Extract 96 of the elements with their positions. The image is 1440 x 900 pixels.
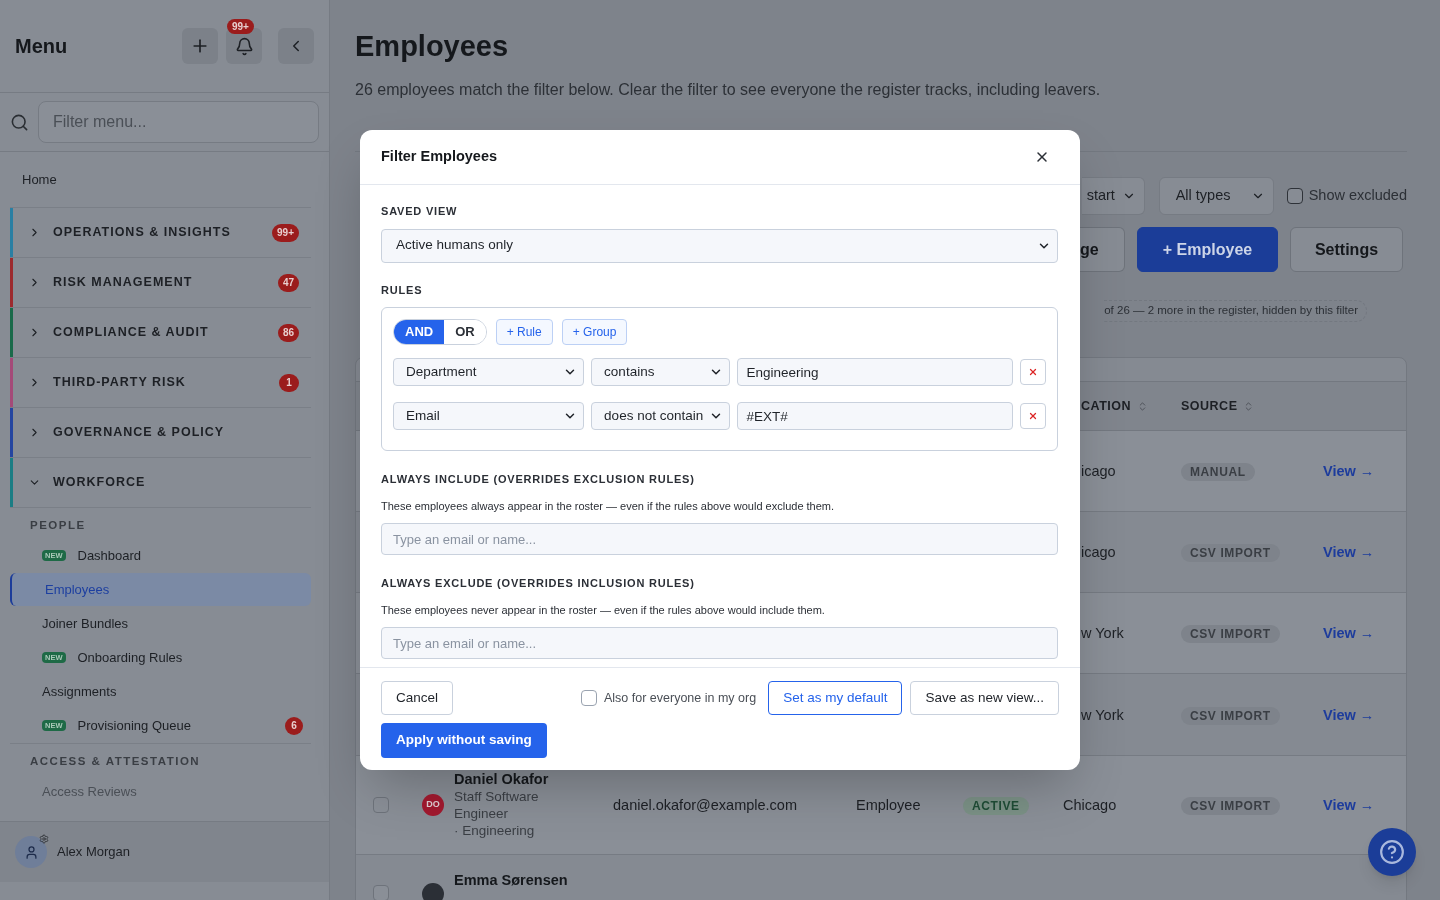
- help-icon: [1379, 839, 1405, 865]
- org-wide-label: Also for everyone in my org: [603, 689, 757, 707]
- nav-item[interactable]: Joiner Bundles: [10, 607, 311, 640]
- source-tag: CSV IMPORT: [1181, 625, 1280, 643]
- set-default-button[interactable]: Set as my default: [768, 681, 903, 715]
- avatar: DO: [422, 794, 444, 816]
- start-select[interactable]: start: [1081, 177, 1145, 215]
- dialog-title: Filter Employees: [381, 147, 498, 167]
- column-header[interactable]: CATION: [1081, 396, 1131, 416]
- field-select[interactable]: Email: [393, 402, 585, 430]
- exclude-field[interactable]: Type an email or name...: [381, 627, 1058, 659]
- nav-item[interactable]: Employees: [10, 573, 311, 606]
- page-subtitle: 26 employees match the filter below. Clear the filter to see everyone the register tracks, including leavers.: [355, 80, 1102, 100]
- include-field[interactable]: Type an email or name...: [381, 523, 1058, 555]
- count-badge: 99+: [272, 223, 299, 242]
- count-badge: 1: [279, 373, 299, 392]
- column-header[interactable]: SOURCE: [1181, 396, 1238, 416]
- notification-badge: 99+: [227, 19, 254, 34]
- add-group-button[interactable]: + Group: [561, 319, 628, 345]
- rule-value-field[interactable]: Engineering: [737, 358, 1014, 386]
- count-badge: 6: [285, 716, 303, 735]
- nav-section[interactable]: COMPLIANCE & AUDIT 86: [13, 308, 311, 357]
- nav-section[interactable]: GOVERNANCE & POLICY: [13, 408, 311, 457]
- job-title: Staff Software Engineer: [454, 788, 540, 822]
- type-select[interactable]: All types: [1158, 177, 1274, 215]
- add-button[interactable]: [182, 28, 218, 64]
- user-avatar[interactable]: [15, 836, 47, 868]
- section-label: RULES: [381, 282, 424, 298]
- nav-item[interactable]: Assignments: [10, 675, 311, 708]
- show-excluded-checkbox[interactable]: [1286, 188, 1303, 204]
- location-cell: w York: [1081, 625, 1124, 641]
- filter-menu-field[interactable]: Filter menu...: [38, 101, 319, 143]
- sort-icon: [1137, 400, 1148, 412]
- nav-section[interactable]: OPERATIONS & INSIGHTS 99+: [13, 208, 311, 257]
- bell-icon: [234, 36, 254, 56]
- page-title: Employees: [355, 29, 510, 64]
- nav-section[interactable]: RISK MANAGEMENT 47: [13, 258, 311, 307]
- row-checkbox[interactable]: [373, 885, 389, 900]
- view-link[interactable]: View →: [1323, 544, 1375, 560]
- section-label: ALWAYS EXCLUDE (OVERRIDES INCLUSION RULES): [381, 576, 696, 591]
- view-link[interactable]: View →: [1323, 797, 1375, 813]
- close-icon: [1028, 411, 1039, 421]
- logic-option[interactable]: AND: [394, 320, 445, 344]
- section-label: SAVED VIEW: [381, 204, 459, 219]
- location-cell: icago: [1081, 544, 1116, 560]
- email-cell: daniel.okafor@example.com: [613, 797, 797, 813]
- view-link[interactable]: View →: [1323, 706, 1375, 723]
- group-label: ACCESS & ATTESTATION: [30, 753, 201, 769]
- toolbar-button[interactable]: Settings: [1290, 227, 1403, 272]
- count-badge: 86: [277, 323, 299, 342]
- gear-icon: [39, 834, 49, 844]
- status-tag: ACTIVE: [963, 797, 1029, 815]
- employee-name[interactable]: Emma Sørensen: [454, 870, 568, 892]
- department: · Engineering: [454, 822, 536, 839]
- remove-rule-button[interactable]: [1020, 403, 1046, 429]
- apply-button[interactable]: Apply without saving: [381, 723, 547, 758]
- operator-select[interactable]: contains: [591, 358, 731, 386]
- menu-title: Menu: [15, 34, 68, 59]
- toolbar-button[interactable]: ge: [1080, 227, 1125, 272]
- add-employee-button[interactable]: + Employee: [1137, 227, 1278, 272]
- close-icon[interactable]: [1034, 149, 1050, 165]
- home-link[interactable]: Home: [22, 169, 57, 190]
- source-tag: CSV IMPORT: [1181, 797, 1280, 815]
- section-label: ALWAYS INCLUDE (OVERRIDES EXCLUSION RULES): [381, 472, 696, 487]
- close-icon: [1028, 367, 1039, 377]
- org-wide-checkbox[interactable]: [580, 690, 597, 706]
- search-icon: [10, 112, 29, 132]
- source-tag: MANUAL: [1181, 463, 1255, 481]
- user-name: Alex Morgan: [57, 843, 130, 862]
- source-tag: CSV IMPORT: [1181, 544, 1280, 562]
- type-cell: Employee: [856, 797, 921, 813]
- add-rule-button[interactable]: + Rule: [495, 319, 553, 345]
- rule-value-field[interactable]: #EXT#: [737, 402, 1014, 430]
- saved-view-select[interactable]: Active humans only: [381, 228, 1058, 263]
- view-link[interactable]: View →: [1323, 463, 1375, 479]
- location-cell: Chicago: [1063, 797, 1117, 813]
- source-tag: CSV IMPORT: [1181, 706, 1280, 725]
- user-icon: [23, 844, 39, 860]
- notifications-button[interactable]: [226, 28, 262, 64]
- employee-name[interactable]: Daniel Okafor: [454, 771, 564, 788]
- nav-section[interactable]: THIRD-PARTY RISK 1: [13, 358, 311, 407]
- show-excluded-label: Show excluded: [1308, 186, 1407, 206]
- row-checkbox[interactable]: [373, 797, 389, 813]
- nav-section[interactable]: WORKFORCE: [13, 458, 311, 507]
- field-select[interactable]: Department: [393, 358, 585, 386]
- group-label: PEOPLE: [30, 517, 86, 533]
- location-cell: w York: [1081, 706, 1124, 723]
- view-link[interactable]: View →: [1323, 625, 1375, 641]
- remove-rule-button[interactable]: [1020, 359, 1046, 385]
- cancel-button[interactable]: Cancel: [381, 681, 454, 715]
- section-description: These employees never appear in the roster — even if the rules above would include them.: [381, 602, 826, 618]
- count-badge: 47: [277, 273, 299, 292]
- save-view-button[interactable]: Save as new view...: [910, 681, 1059, 715]
- location-cell: icago: [1081, 463, 1116, 479]
- section-description: These employees always appear in the roster — even if the rules above would exclude them.: [381, 498, 836, 514]
- operator-select[interactable]: does not contain: [591, 402, 731, 430]
